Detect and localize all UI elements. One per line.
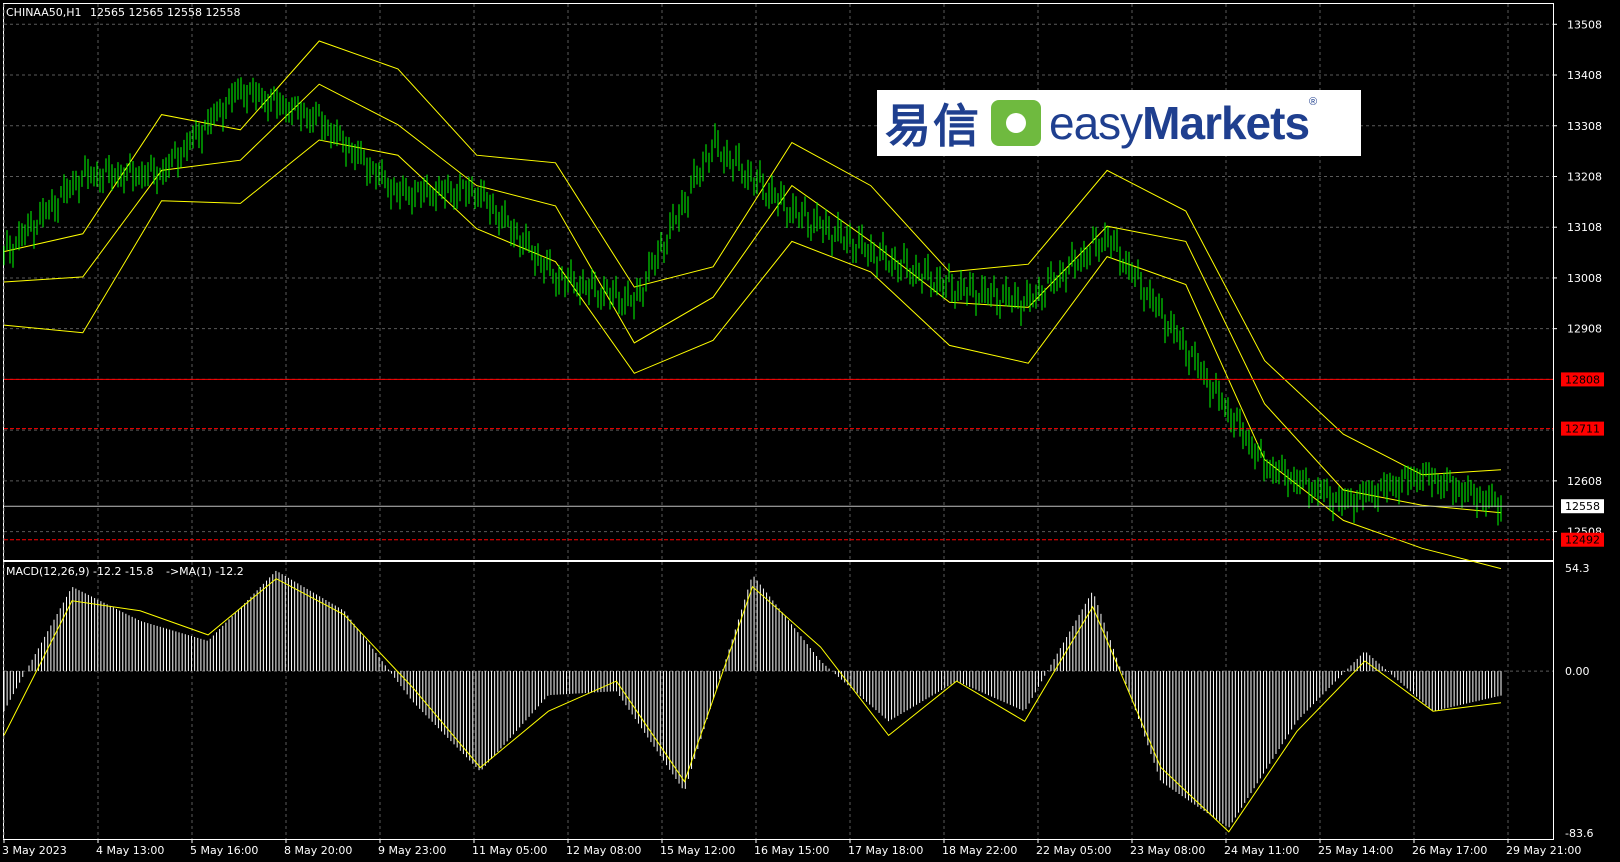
level-price-label: 12711 [1565,423,1600,436]
x-tick-label: 8 May 20:00 [284,844,352,857]
ohlc-label: 12565 12565 12558 12558 [90,6,240,19]
easymarkets-logo: 易信 easyMarkets ® [877,90,1361,156]
macd-tick-label: -83.6 [1565,827,1593,840]
logo-registered-mark: ® [1309,96,1318,108]
macd-histogram [3,570,1502,828]
macd-tick-label: 54.3 [1565,562,1590,575]
x-tick-label: 9 May 23:00 [378,844,446,857]
macd-pane-frame [3,561,1554,840]
x-tick-label: 23 May 08:00 [1130,844,1205,857]
x-tick-label: 29 May 21:00 [1506,844,1581,857]
price-levels [4,378,1553,541]
macd-axis[interactable]: 54.3 0.00 -83.6 [1565,562,1593,840]
x-tick-label: 11 May 05:00 [472,844,547,857]
y-tick-label: 12608 [1567,475,1602,488]
logo-english-text: easyMarkets [1049,96,1310,150]
easymarkets-square-icon [991,100,1041,146]
logo-easy: easy [1049,97,1143,149]
x-tick-label: 15 May 12:00 [660,844,735,857]
x-tick-label: 4 May 13:00 [96,844,164,857]
x-tick-label: 22 May 05:00 [1036,844,1111,857]
bid-price-label: 12558 [1565,500,1600,513]
x-tick-label: 3 May 2023 [2,844,67,857]
macd-ma-label: ->MA(1) -12.2 [166,565,244,578]
x-tick-label: 16 May 15:00 [754,844,829,857]
logo-chinese-text: 易信 [885,99,981,153]
logo-dot-icon [1006,113,1026,133]
level-price-label: 12492 [1565,534,1600,547]
symbol-label: CHINAA50,H1 [6,6,82,19]
x-tick-label: 5 May 16:00 [190,844,258,857]
y-tick-label: 13108 [1567,221,1602,234]
macd-tick-label: 0.00 [1565,665,1590,678]
x-tick-label: 12 May 08:00 [566,844,641,857]
x-tick-label: 25 May 14:00 [1318,844,1393,857]
x-tick-label: 24 May 11:00 [1224,844,1299,857]
y-tick-label: 13208 [1567,170,1602,183]
x-tick-label: 18 May 22:00 [942,844,1017,857]
y-tick-label: 13308 [1567,120,1602,133]
price-axis[interactable]: 13508 13408 13308 13208 13108 13008 12908 12608… [1553,18,1604,547]
y-tick-label: 13508 [1567,18,1602,31]
x-tick-label: 26 May 17:00 [1412,844,1487,857]
level-price-label: 12808 [1565,373,1600,386]
x-tick-label: 17 May 18:00 [848,844,923,857]
time-axis[interactable]: 3 May 2023 4 May 13:00 5 May 16:00 8 May 20… [2,839,1581,857]
y-tick-label: 13008 [1567,272,1602,285]
y-tick-label: 12908 [1567,323,1602,336]
price-pane-frame [3,3,1554,561]
macd-label: MACD(12,26,9) -12.2 -15.8 [6,565,153,578]
y-tick-label: 13408 [1567,69,1602,82]
trading-chart[interactable]: 13508 13408 13308 13208 13108 13008 12908 12608… [0,0,1620,862]
logo-markets: Markets [1142,97,1310,149]
